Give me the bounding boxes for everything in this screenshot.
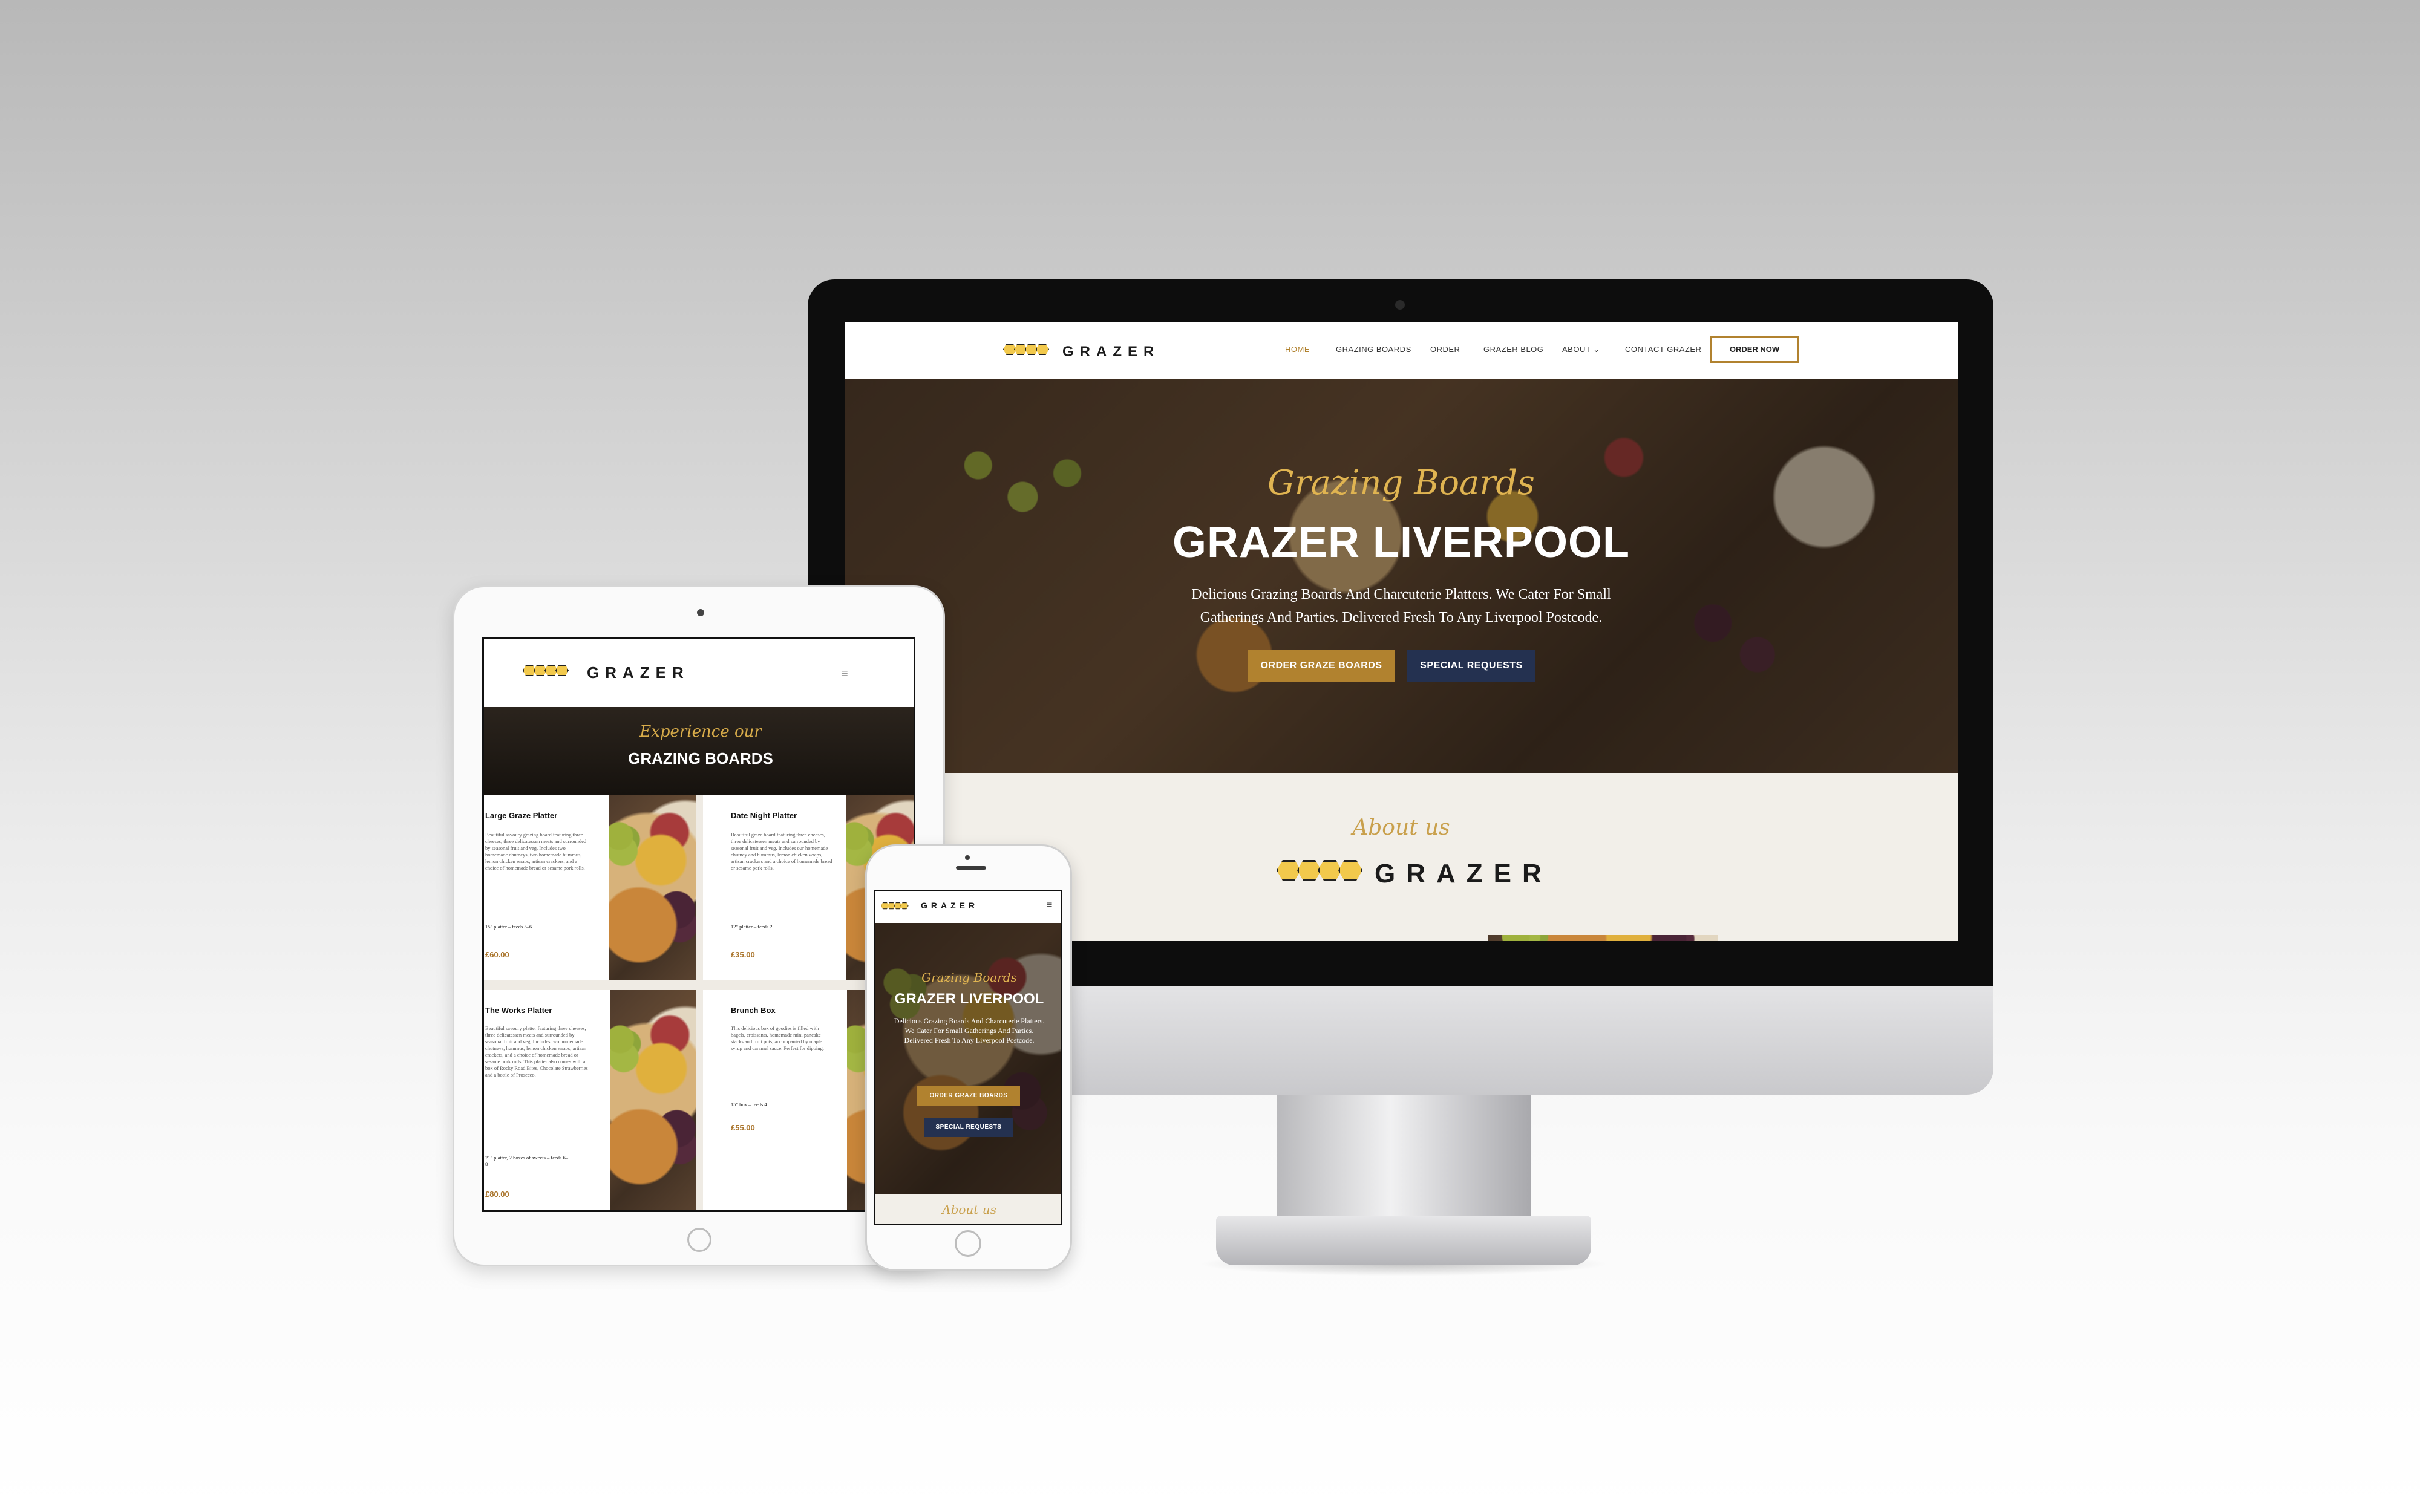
- about-logo-wordmark: GRAZER: [1375, 859, 1552, 888]
- product-price: £35.00: [731, 950, 755, 959]
- honeycomb-logo-icon: [523, 665, 569, 679]
- phone-hero-title: GRAZER LIVERPOOL: [894, 991, 1044, 1007]
- product-size: 12" platter – feeds 2: [731, 924, 773, 930]
- product-grid: Large Graze Platter Beautiful savoury gr…: [484, 795, 914, 1210]
- product-description: Beautiful graze board featuring three ch…: [731, 832, 832, 871]
- hero-subtitle-line2: Gatherings And Parties. Delivered Fresh …: [1200, 610, 1603, 625]
- product-description: This delicious box of goodies is filled …: [731, 1025, 824, 1051]
- camera-icon: [697, 609, 704, 616]
- honeycomb-logo-icon: [881, 902, 909, 911]
- product-image[interactable]: [609, 795, 696, 980]
- about-logo: GRAZER: [1277, 855, 1542, 910]
- nav-about[interactable]: ABOUT ⌄: [1562, 345, 1600, 354]
- product-price: £55.00: [731, 1123, 755, 1132]
- hero-subtitle-line1: Delicious Grazing Boards And Charcuterie…: [1191, 587, 1611, 602]
- product-size: 15" platter – feeds 5–6: [485, 924, 532, 930]
- product-image[interactable]: [610, 990, 696, 1210]
- imac-stand-base: [1216, 1216, 1591, 1265]
- nav-grazing-boards[interactable]: GRAZING BOARDS: [1336, 345, 1411, 354]
- product-size: 15" box – feeds 4: [731, 1101, 767, 1107]
- order-now-button[interactable]: ORDER NOW: [1710, 336, 1799, 363]
- product-title[interactable]: Brunch Box: [731, 1006, 776, 1015]
- speaker-icon: [956, 866, 986, 870]
- camera-icon: [965, 855, 970, 860]
- nav-home[interactable]: HOME: [1285, 345, 1310, 354]
- phone-hero: Grazing Boards GRAZER LIVERPOOL Deliciou…: [875, 923, 1061, 1194]
- about-script-title: About us: [1352, 815, 1450, 840]
- phone-website: GRAZER ≡ Grazing Boards GRAZER LIVERPOOL…: [874, 890, 1062, 1225]
- home-button-icon: [955, 1230, 981, 1257]
- tablet-logo[interactable]: GRAZER: [587, 663, 690, 682]
- nav-order[interactable]: ORDER: [1430, 345, 1460, 354]
- home-button-icon: [687, 1228, 711, 1252]
- imac-stand-neck: [1277, 1093, 1531, 1224]
- product-card[interactable]: The Works Platter Beautiful savoury plat…: [484, 990, 696, 1210]
- phone-about-script: About us: [942, 1202, 996, 1217]
- product-card[interactable]: Large Graze Platter Beautiful savoury gr…: [484, 795, 696, 980]
- nav-grazer-blog[interactable]: GRAZER BLOG: [1483, 345, 1543, 354]
- hero-title: GRAZER LIVERPOOL: [1172, 518, 1630, 567]
- order-graze-boards-button[interactable]: ORDER GRAZE BOARDS: [1248, 650, 1395, 682]
- product-price: £80.00: [485, 1190, 509, 1199]
- product-description: Beautiful savoury platter featuring thre…: [485, 1025, 588, 1078]
- special-requests-button[interactable]: SPECIAL REQUESTS: [1407, 650, 1535, 682]
- phone-order-graze-boards-button[interactable]: ORDER GRAZE BOARDS: [917, 1086, 1020, 1106]
- phone-logo[interactable]: GRAZER: [921, 901, 978, 910]
- product-description: Beautiful savoury grazing board featurin…: [485, 832, 587, 871]
- hamburger-icon[interactable]: ≡: [1047, 900, 1052, 911]
- desktop-navbar: GRAZER HOME GRAZING BOARDS ORDER GRAZER …: [845, 322, 1958, 379]
- hero-script-title: Grazing Boards: [1267, 463, 1535, 503]
- about-photo: [1488, 935, 1718, 941]
- product-price: £60.00: [485, 950, 509, 959]
- logo[interactable]: GRAZER: [1003, 337, 1160, 363]
- nav-contact[interactable]: CONTACT GRAZER: [1625, 345, 1701, 354]
- honeycomb-logo-icon: [1003, 344, 1049, 358]
- phone-hero-script: Grazing Boards: [921, 970, 1017, 985]
- product-title[interactable]: Date Night Platter: [731, 811, 797, 820]
- phone-hero-subtitle: Delicious Grazing Boards And Charcuterie…: [894, 1017, 1045, 1044]
- phone-header: GRAZER ≡: [875, 891, 1061, 923]
- camera-icon: [1395, 300, 1405, 310]
- phone-special-requests-button[interactable]: SPECIAL REQUESTS: [924, 1118, 1013, 1137]
- product-title[interactable]: Large Graze Platter: [485, 811, 557, 820]
- phone-about-section: About us: [875, 1194, 1061, 1224]
- hero-section: Grazing Boards GRAZER LIVERPOOL Deliciou…: [845, 379, 1958, 773]
- product-title[interactable]: The Works Platter: [485, 1006, 552, 1015]
- honeycomb-logo-icon: [1277, 860, 1362, 884]
- product-size: 21" platter, 2 boxes of sweets – feeds 6…: [485, 1155, 568, 1167]
- logo-wordmark: GRAZER: [1062, 344, 1160, 360]
